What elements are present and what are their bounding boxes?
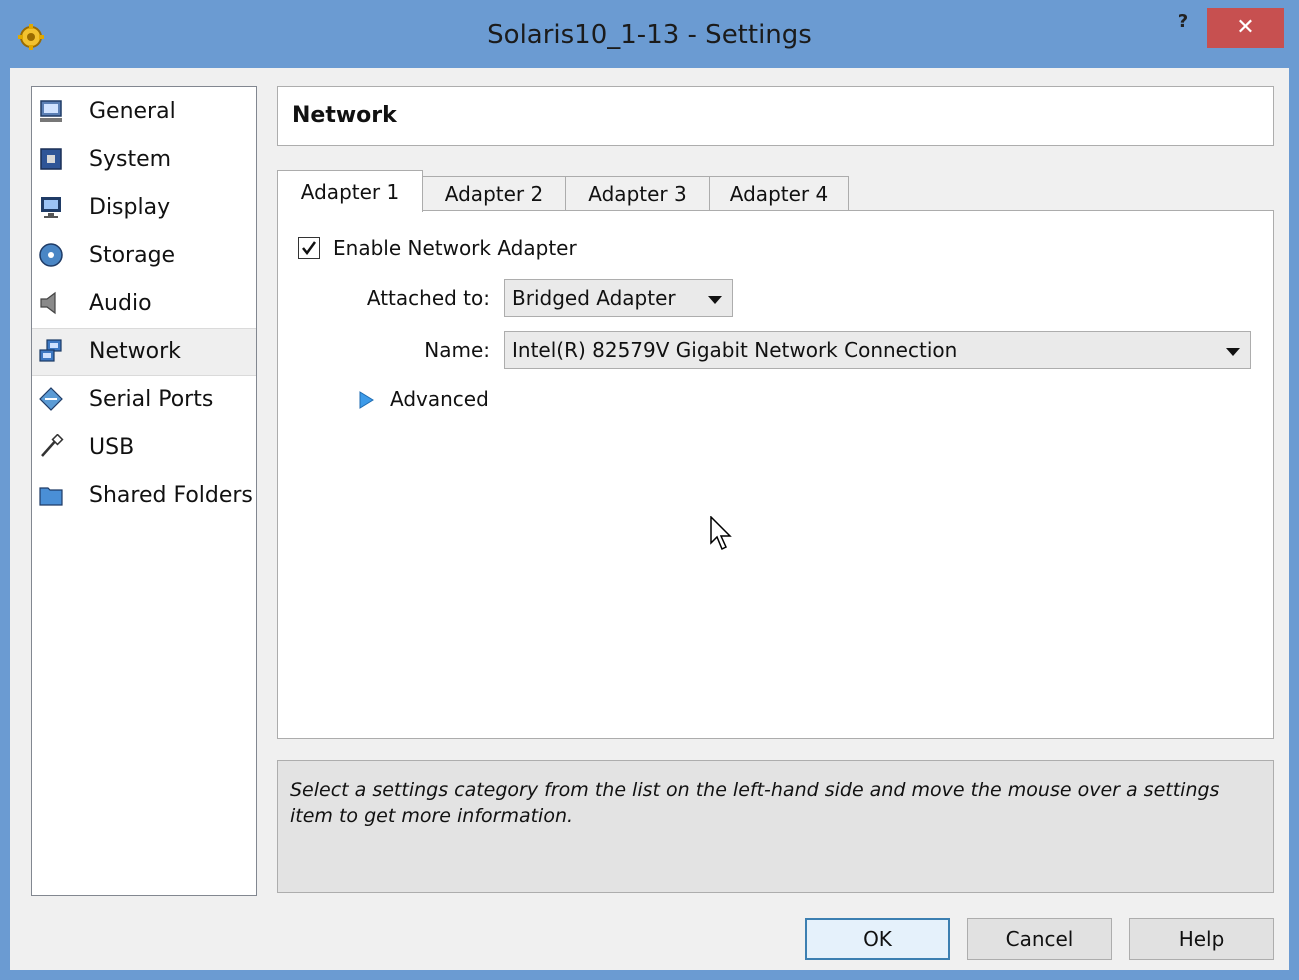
sidebar-item-label: Serial Ports [89, 387, 214, 412]
sidebar-item-label: Audio [89, 291, 152, 316]
display-icon [41, 197, 61, 218]
title-bar[interactable]: Solaris10_1-13 - Settings ? ✕ [0, 0, 1299, 68]
page-title: Network [292, 103, 397, 128]
window-title: Solaris10_1-13 - Settings [487, 20, 812, 50]
sidebar-item-label: General [89, 99, 176, 124]
sidebar-item-label: Shared Folders [89, 483, 253, 508]
chevron-down-icon [708, 296, 722, 304]
sidebar-item-shared-folders[interactable]: Shared Folders [32, 473, 256, 519]
name-label: Name: [424, 338, 490, 362]
sidebar-item-label: Storage [89, 243, 176, 268]
storage-icon [39, 243, 63, 267]
settings-category-list: General System Display Storage Audio Net… [31, 86, 257, 896]
sidebar-item-system[interactable]: System [32, 137, 256, 183]
mouse-cursor-icon [710, 516, 732, 551]
sidebar-item-serial-ports[interactable]: Serial Ports [32, 377, 256, 423]
adapter-panel: Enable Network Adapter Attached to: Brid… [277, 210, 1274, 739]
checkmark-icon [302, 241, 317, 256]
help-title-button[interactable]: ? [1166, 8, 1200, 36]
tab-adapter-4[interactable]: Adapter 4 [709, 176, 849, 211]
settings-window: Solaris10_1-13 - Settings ? ✕ General Sy… [0, 0, 1299, 980]
sidebar-item-general[interactable]: General [32, 89, 256, 135]
adapter-tabs: Adapter 1 Adapter 2 Adapter 3 Adapter 4 [277, 170, 977, 212]
sidebar-item-label: Display [89, 195, 171, 220]
info-text: Select a settings category from the list… [290, 779, 1220, 827]
tab-adapter-2[interactable]: Adapter 2 [422, 176, 566, 211]
attached-to-value: Bridged Adapter [512, 286, 676, 310]
chevron-down-icon [1226, 348, 1240, 356]
enable-adapter-checkbox[interactable] [298, 237, 320, 259]
sidebar-item-storage[interactable]: Storage [32, 233, 256, 279]
shared-folders-icon [39, 487, 63, 506]
attached-to-label: Attached to: [366, 286, 490, 310]
tab-adapter-3[interactable]: Adapter 3 [565, 176, 710, 211]
system-icon [40, 148, 62, 170]
network-icon [39, 339, 62, 362]
adapter-name-select[interactable]: Intel(R) 82579V Gigabit Network Connecti… [504, 331, 1251, 369]
general-icon [40, 100, 62, 122]
serial-ports-icon [39, 387, 63, 411]
enable-adapter-label: Enable Network Adapter [333, 236, 577, 260]
audio-icon [40, 291, 56, 315]
attached-to-select[interactable]: Bridged Adapter [504, 279, 733, 317]
sidebar-item-label: Network [89, 339, 181, 364]
adapter-name-value: Intel(R) 82579V Gigabit Network Connecti… [512, 338, 958, 362]
expand-arrow-icon [359, 391, 374, 409]
sidebar-item-audio[interactable]: Audio [32, 281, 256, 327]
close-button[interactable]: ✕ [1207, 8, 1284, 48]
dialog-client-area: General System Display Storage Audio Net… [10, 68, 1289, 970]
info-panel: Select a settings category from the list… [277, 760, 1274, 893]
ok-button[interactable]: OK [805, 918, 950, 960]
sidebar-item-usb[interactable]: USB [32, 425, 256, 471]
sidebar-item-label: USB [89, 435, 135, 460]
sidebar-item-display[interactable]: Display [32, 185, 256, 231]
usb-icon [41, 434, 64, 457]
sidebar-item-label: System [89, 147, 172, 172]
tab-adapter-1[interactable]: Adapter 1 [277, 170, 423, 212]
help-button[interactable]: Help [1129, 918, 1274, 960]
cancel-button[interactable]: Cancel [967, 918, 1112, 960]
page-header: Network [277, 86, 1274, 146]
sidebar-item-network[interactable]: Network [32, 328, 256, 376]
advanced-label: Advanced [390, 387, 489, 411]
